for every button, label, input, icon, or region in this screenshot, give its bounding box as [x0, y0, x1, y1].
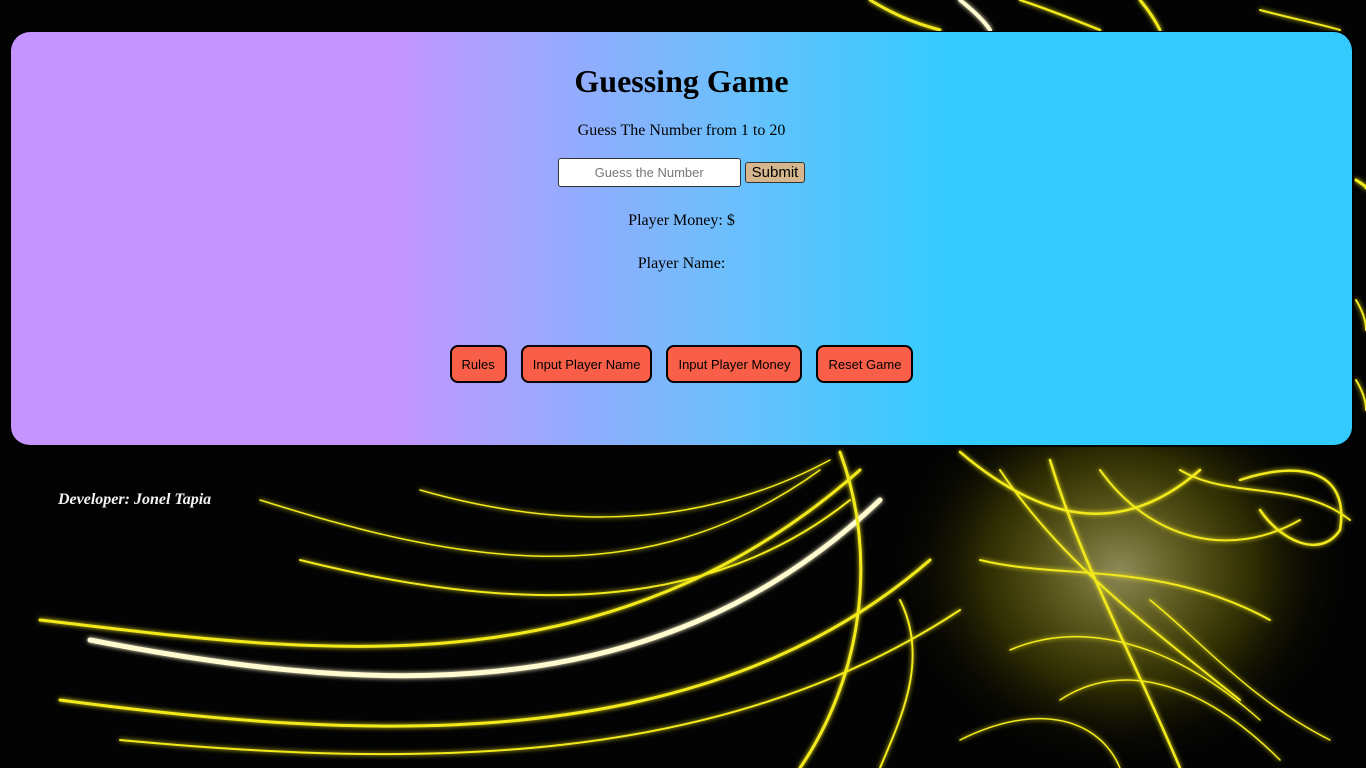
submit-button[interactable]: Submit	[744, 162, 806, 183]
guess-form: Submit	[11, 158, 1352, 187]
reset-game-button[interactable]: Reset Game	[816, 345, 914, 383]
player-money-label: Player Money: $	[628, 212, 735, 229]
developer-credit: Developer: Jonel Tapia	[58, 491, 211, 509]
input-player-name-button[interactable]: Input Player Name	[520, 345, 653, 383]
guess-input[interactable]	[557, 158, 741, 187]
rules-button[interactable]: Rules	[449, 345, 507, 383]
player-money: Player Money: $	[11, 212, 1352, 230]
player-name: Player Name:	[11, 255, 1352, 273]
action-buttons: Rules Input Player Name Input Player Mon…	[11, 345, 1352, 383]
page-title: Guessing Game	[574, 63, 789, 99]
input-player-money-button[interactable]: Input Player Money	[666, 345, 803, 383]
player-name-label: Player Name:	[637, 255, 726, 272]
game-instructions: Guess The Number from 1 to 20	[577, 122, 786, 139]
developer-name: Jonel Tapia	[133, 491, 212, 508]
developer-label: Developer:	[58, 491, 130, 508]
game-panel: Guessing Game Guess The Number from 1 to…	[10, 31, 1354, 447]
